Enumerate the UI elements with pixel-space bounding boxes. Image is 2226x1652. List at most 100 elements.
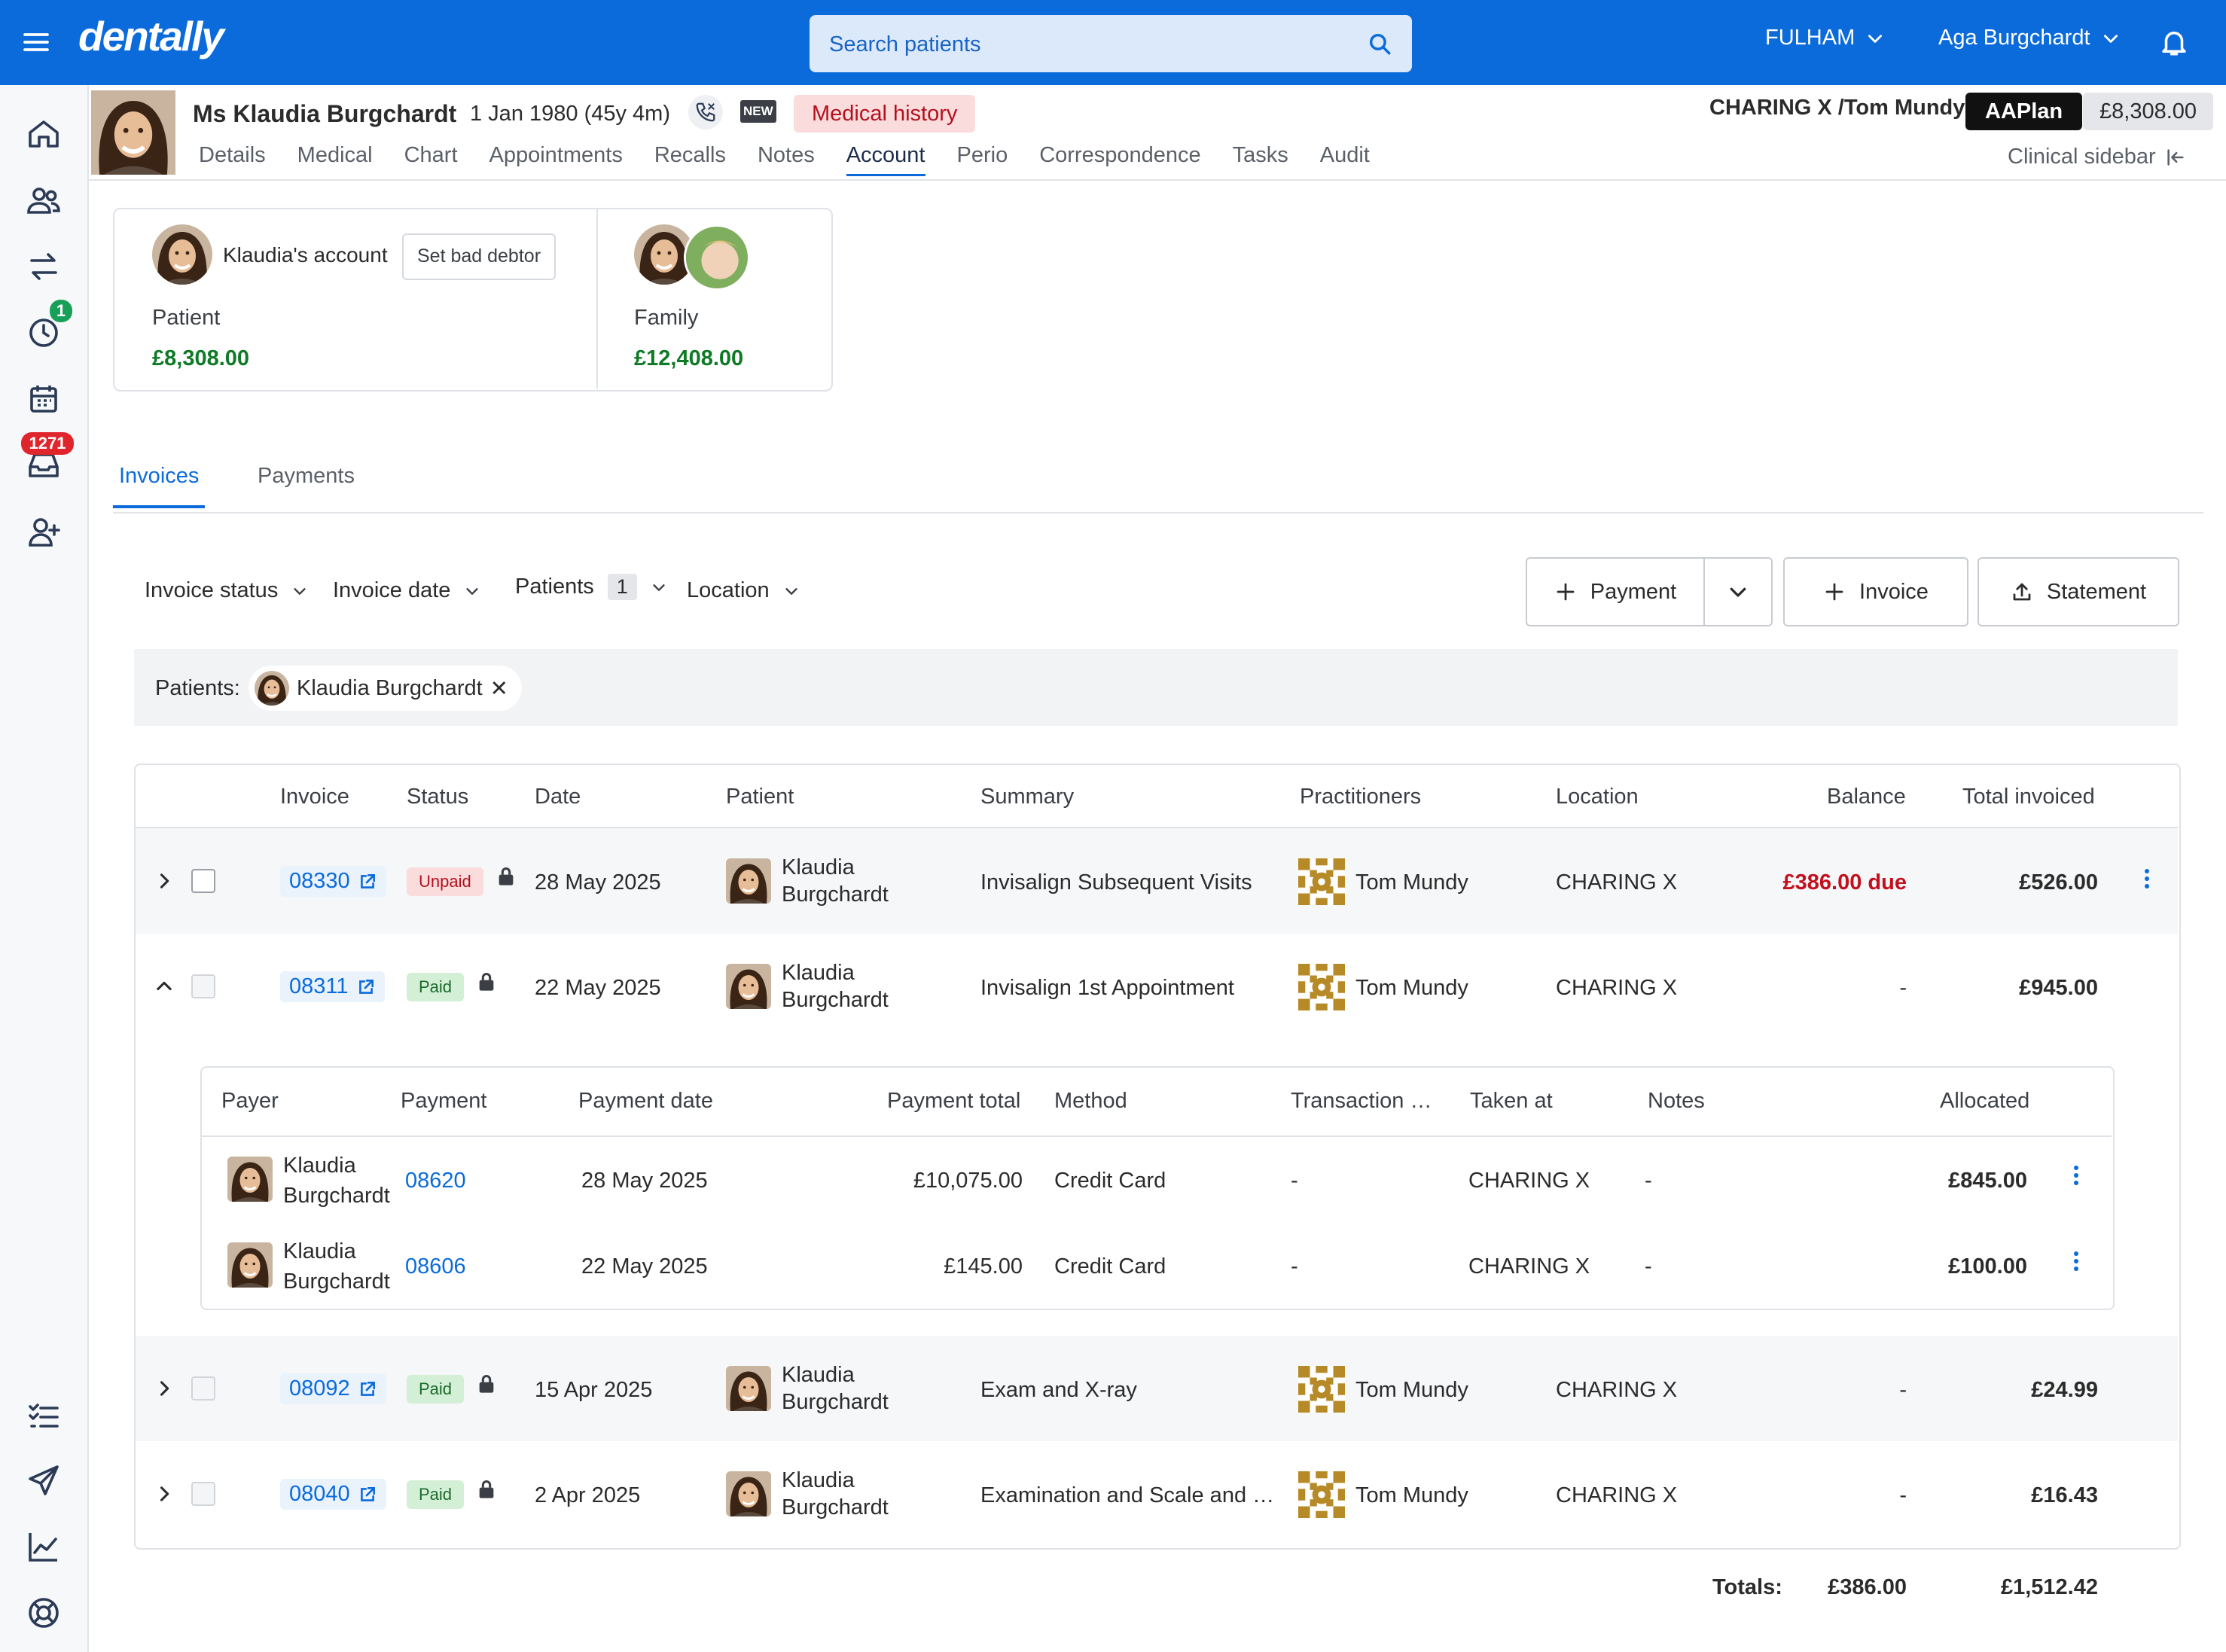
user-menu[interactable]: Aga Burgchardt xyxy=(1938,26,2121,50)
total-invoiced: £16.43 xyxy=(2031,1483,2098,1507)
patient-tabs: Details Medical Chart Appointments Recal… xyxy=(199,143,1401,176)
plan-badge[interactable]: AAPlan xyxy=(1965,93,2083,130)
col-header-method: Method xyxy=(1054,1089,1127,1113)
invoice-link[interactable]: 08092 xyxy=(280,1373,386,1404)
invoice-link[interactable]: 08311 xyxy=(280,971,385,1002)
col-header-status[interactable]: Status xyxy=(407,785,468,809)
app-logo[interactable]: dentally xyxy=(78,12,224,60)
clinical-sidebar-label: Clinical sidebar xyxy=(2008,145,2156,169)
plus-icon xyxy=(1554,581,1577,603)
collapse-left-icon xyxy=(2165,147,2186,168)
invoice-status-filter[interactable]: Invoice status xyxy=(145,578,308,603)
tab-appointments[interactable]: Appointments xyxy=(489,143,623,176)
tab-tasks[interactable]: Tasks xyxy=(1233,143,1288,176)
reports-icon[interactable] xyxy=(26,1529,62,1565)
add-payment-button[interactable]: Payment xyxy=(1526,557,1703,626)
add-patient-icon[interactable] xyxy=(26,514,62,550)
tab-perio[interactable]: Perio xyxy=(957,143,1008,176)
col-header-date[interactable]: Date xyxy=(535,785,581,809)
location-filter[interactable]: Location xyxy=(687,578,800,603)
divider xyxy=(89,179,2226,181)
transfer-icon[interactable] xyxy=(26,248,62,285)
col-header-balance[interactable]: Balance xyxy=(1827,785,1906,809)
col-header-invoice[interactable]: Invoice xyxy=(280,785,349,809)
family-balance-amount: £12,408.00 xyxy=(634,346,744,370)
clinical-sidebar-toggle[interactable]: Clinical sidebar xyxy=(2008,145,2186,169)
notifications-bell-icon[interactable] xyxy=(2158,26,2190,59)
payment-actions-kebab-icon[interactable] xyxy=(2065,1163,2087,1188)
expand-chevron-icon[interactable] xyxy=(154,870,175,892)
patient-name-cell[interactable]: Klaudia Burgchardt xyxy=(782,1361,889,1416)
set-bad-debtor-button[interactable]: Set bad debtor xyxy=(402,233,556,280)
help-icon[interactable] xyxy=(26,1595,62,1631)
col-header-practitioners[interactable]: Practitioners xyxy=(1300,785,1421,809)
phone-icon[interactable] xyxy=(688,95,723,130)
tab-payments[interactable]: Payments xyxy=(258,464,355,489)
invoice-link[interactable]: 08330 xyxy=(280,866,386,897)
row-checkbox[interactable] xyxy=(191,1482,215,1506)
patient-name-cell[interactable]: Klaudia Burgchardt xyxy=(782,1467,889,1521)
chevron-down-icon xyxy=(291,583,308,599)
filter-label: Invoice date xyxy=(333,578,451,602)
allocated-amount: £100.00 xyxy=(1948,1254,2027,1279)
search-input[interactable] xyxy=(828,15,1358,74)
remove-chip-icon[interactable]: ✕ xyxy=(490,675,508,702)
balance-cell: - xyxy=(1899,1378,1907,1402)
col-header-summary[interactable]: Summary xyxy=(980,785,1074,809)
patients-icon[interactable] xyxy=(26,182,62,218)
row-checkbox[interactable] xyxy=(191,1376,215,1401)
statement-button[interactable]: Statement xyxy=(1977,557,2179,626)
expand-chevron-icon[interactable] xyxy=(154,1483,175,1504)
home-icon[interactable] xyxy=(26,116,62,152)
tab-audit[interactable]: Audit xyxy=(1320,143,1370,176)
add-invoice-button[interactable]: Invoice xyxy=(1783,557,1968,626)
tab-details[interactable]: Details xyxy=(199,143,266,176)
practitioner-name: Tom Mundy xyxy=(1355,1483,1468,1507)
payment-options-dropdown[interactable] xyxy=(1703,557,1773,626)
statement-label: Statement xyxy=(2046,579,2147,604)
checklist-icon[interactable] xyxy=(26,1397,62,1434)
calendar-icon[interactable] xyxy=(26,381,62,417)
tab-invoices[interactable]: Invoices xyxy=(113,464,206,508)
invoice-date-filter[interactable]: Invoice date xyxy=(333,578,480,603)
payment-link[interactable]: 08606 xyxy=(405,1254,466,1279)
balance-badge[interactable]: £8,308.00 xyxy=(2083,93,2214,130)
location-selector[interactable]: FULHAM xyxy=(1765,26,1885,50)
tab-notes[interactable]: Notes xyxy=(758,143,815,176)
tab-correspondence[interactable]: Correspondence xyxy=(1039,143,1200,176)
chevron-down-icon xyxy=(1727,581,1749,603)
medical-history-button[interactable]: Medical history xyxy=(794,95,976,133)
chevron-down-icon xyxy=(651,579,667,596)
tab-chart[interactable]: Chart xyxy=(404,143,458,176)
plus-icon xyxy=(1823,581,1846,603)
col-header-transaction: Transaction … xyxy=(1291,1089,1432,1113)
row-checkbox[interactable] xyxy=(191,869,215,893)
payment-actions-kebab-icon[interactable] xyxy=(2065,1248,2087,1274)
payment-date: 28 May 2025 xyxy=(581,1169,708,1193)
col-header-patient[interactable]: Patient xyxy=(726,785,794,809)
payment-link[interactable]: 08620 xyxy=(405,1169,466,1193)
patient-name-cell[interactable]: Klaudia Burgchardt xyxy=(782,959,889,1013)
expand-chevron-icon[interactable] xyxy=(154,1378,175,1399)
menu-icon[interactable] xyxy=(21,27,57,59)
patients-filter[interactable]: Patients 1 xyxy=(515,574,667,600)
payer-last-name: Burgchardt xyxy=(283,1184,390,1208)
row-actions-kebab-icon[interactable] xyxy=(2136,866,2158,892)
tab-medical[interactable]: Medical xyxy=(297,143,373,176)
chevron-down-icon xyxy=(2101,29,2121,48)
collapse-chevron-icon[interactable] xyxy=(154,976,175,997)
balance-cell: - xyxy=(1899,1483,1907,1507)
tab-account[interactable]: Account xyxy=(846,143,925,176)
col-header-location[interactable]: Location xyxy=(1556,785,1639,809)
patient-name-cell[interactable]: Klaudia Burgchardt xyxy=(782,854,889,908)
invoice-link[interactable]: 08040 xyxy=(280,1479,386,1510)
send-icon[interactable] xyxy=(26,1462,62,1498)
patient-photo[interactable] xyxy=(90,90,176,175)
col-header-total-invoiced[interactable]: Total invoiced xyxy=(1962,785,2095,809)
row-checkbox[interactable] xyxy=(191,974,215,998)
tab-recalls[interactable]: Recalls xyxy=(654,143,726,176)
chevron-down-icon xyxy=(1865,29,1885,48)
patient-name: Ms Klaudia Burgchardt xyxy=(193,100,457,127)
search-icon[interactable] xyxy=(1367,31,1392,56)
status-badge: Paid xyxy=(407,1480,465,1509)
